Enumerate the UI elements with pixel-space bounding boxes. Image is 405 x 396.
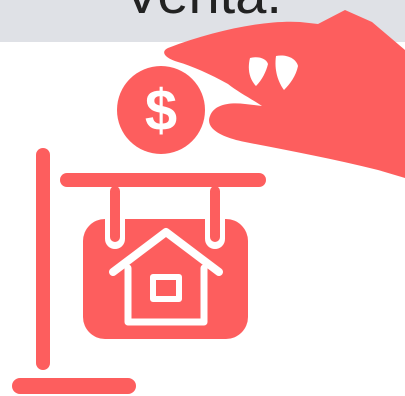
svg-text:$: $ — [145, 78, 177, 143]
dollar-coin-icon: $ — [117, 66, 205, 154]
sale-illustration: $ — [12, 10, 405, 394]
for-sale-sign-icon — [12, 148, 266, 394]
